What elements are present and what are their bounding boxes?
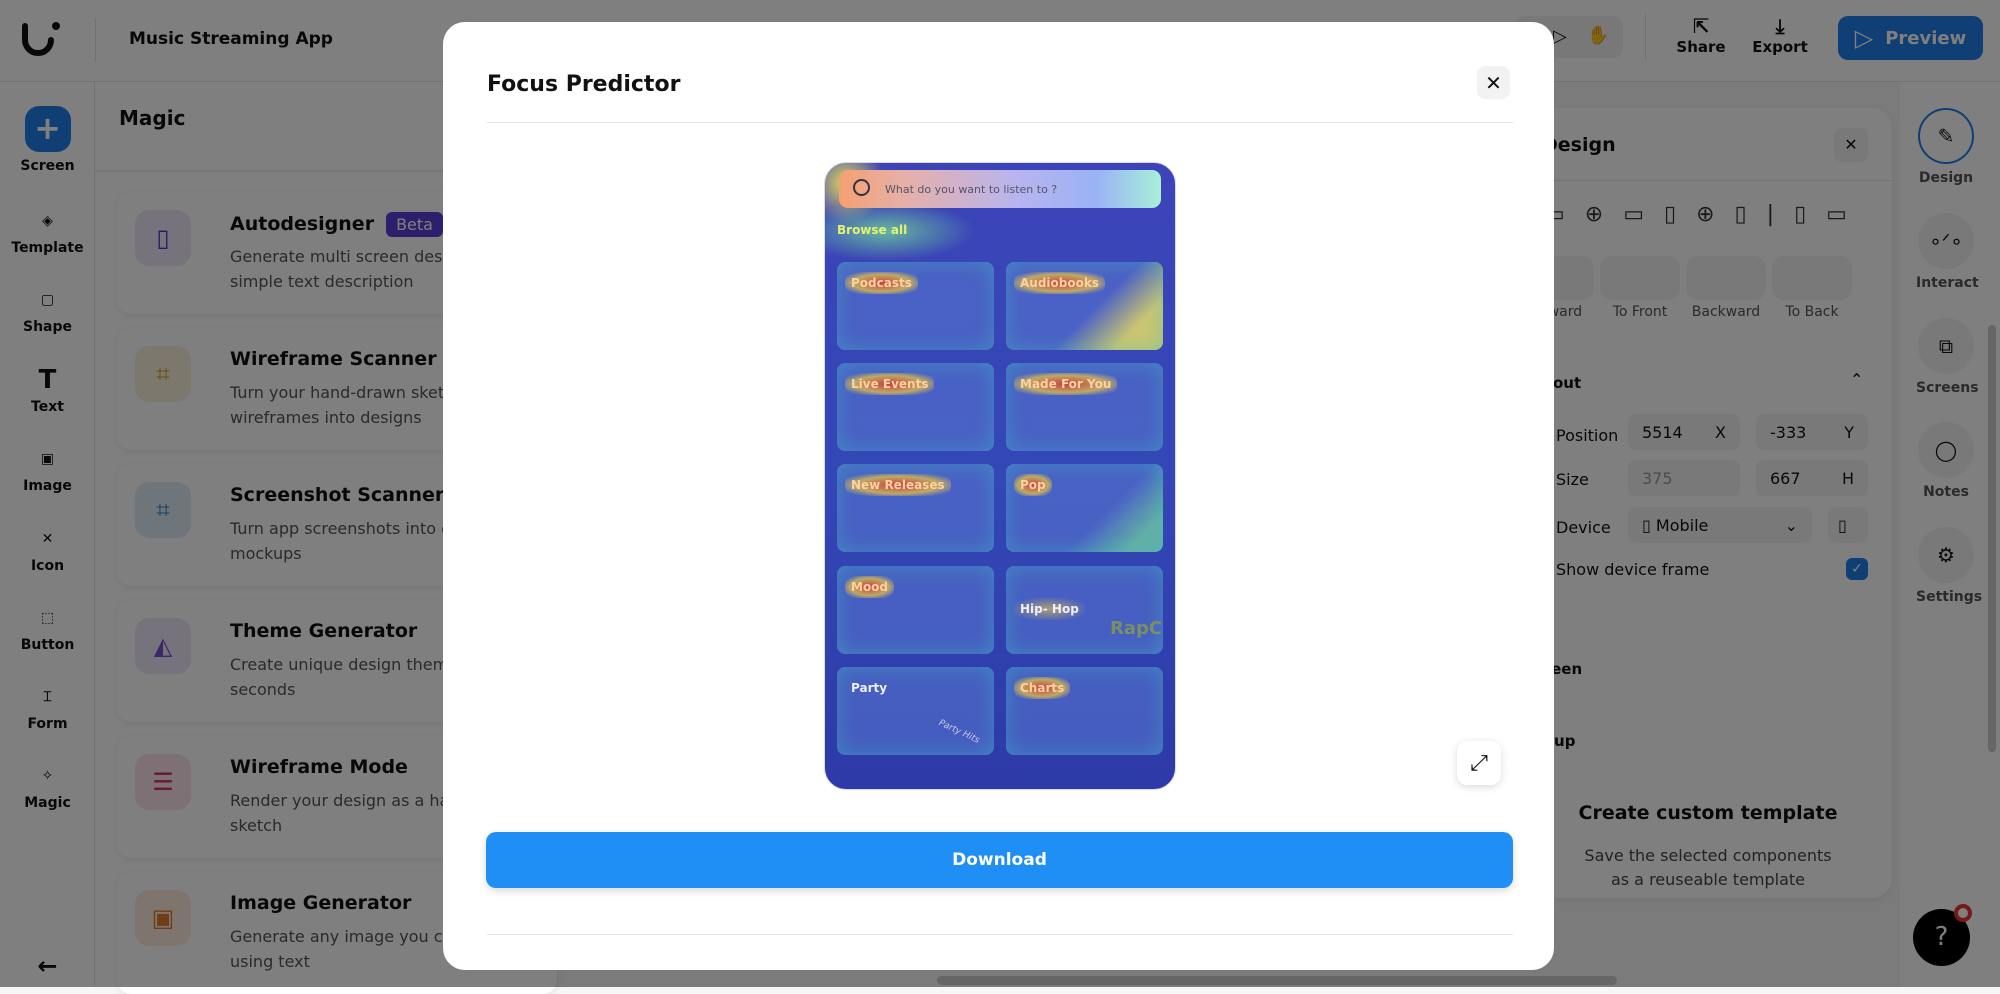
expand-icon: ⤢ (1470, 750, 1488, 776)
download-button[interactable]: Download (486, 832, 1513, 888)
modal-title: Focus Predictor (487, 72, 681, 97)
heatmap-card: Charts (1006, 667, 1163, 755)
heatmap-card: Mood (837, 566, 994, 654)
search-icon (853, 179, 870, 196)
close-icon: ✕ (1485, 70, 1502, 95)
heatmap-card: Podcasts (837, 262, 994, 350)
focus-predictor-modal: Focus Predictor ✕ What do you want to li… (443, 22, 1554, 970)
heatmap-card: Party Party Hits (837, 667, 994, 755)
heatmap-card: Hip- Hop RapC (1006, 566, 1163, 654)
expand-button[interactable]: ⤢ (1457, 741, 1501, 785)
close-button[interactable]: ✕ (1477, 66, 1510, 99)
divider (487, 934, 1513, 935)
heatmap-card: Pop (1006, 464, 1163, 552)
heatmap-search-bar: What do you want to listen to ? (839, 170, 1161, 208)
heatmap-card: Audiobooks (1006, 262, 1163, 350)
heatmap-card: New Releases (837, 464, 994, 552)
heatmap-image: What do you want to listen to ? Browse a… (824, 162, 1176, 790)
heatmap-card: Live Events (837, 363, 994, 451)
heatmap-card: Made For You (1006, 363, 1163, 451)
divider (487, 122, 1513, 123)
